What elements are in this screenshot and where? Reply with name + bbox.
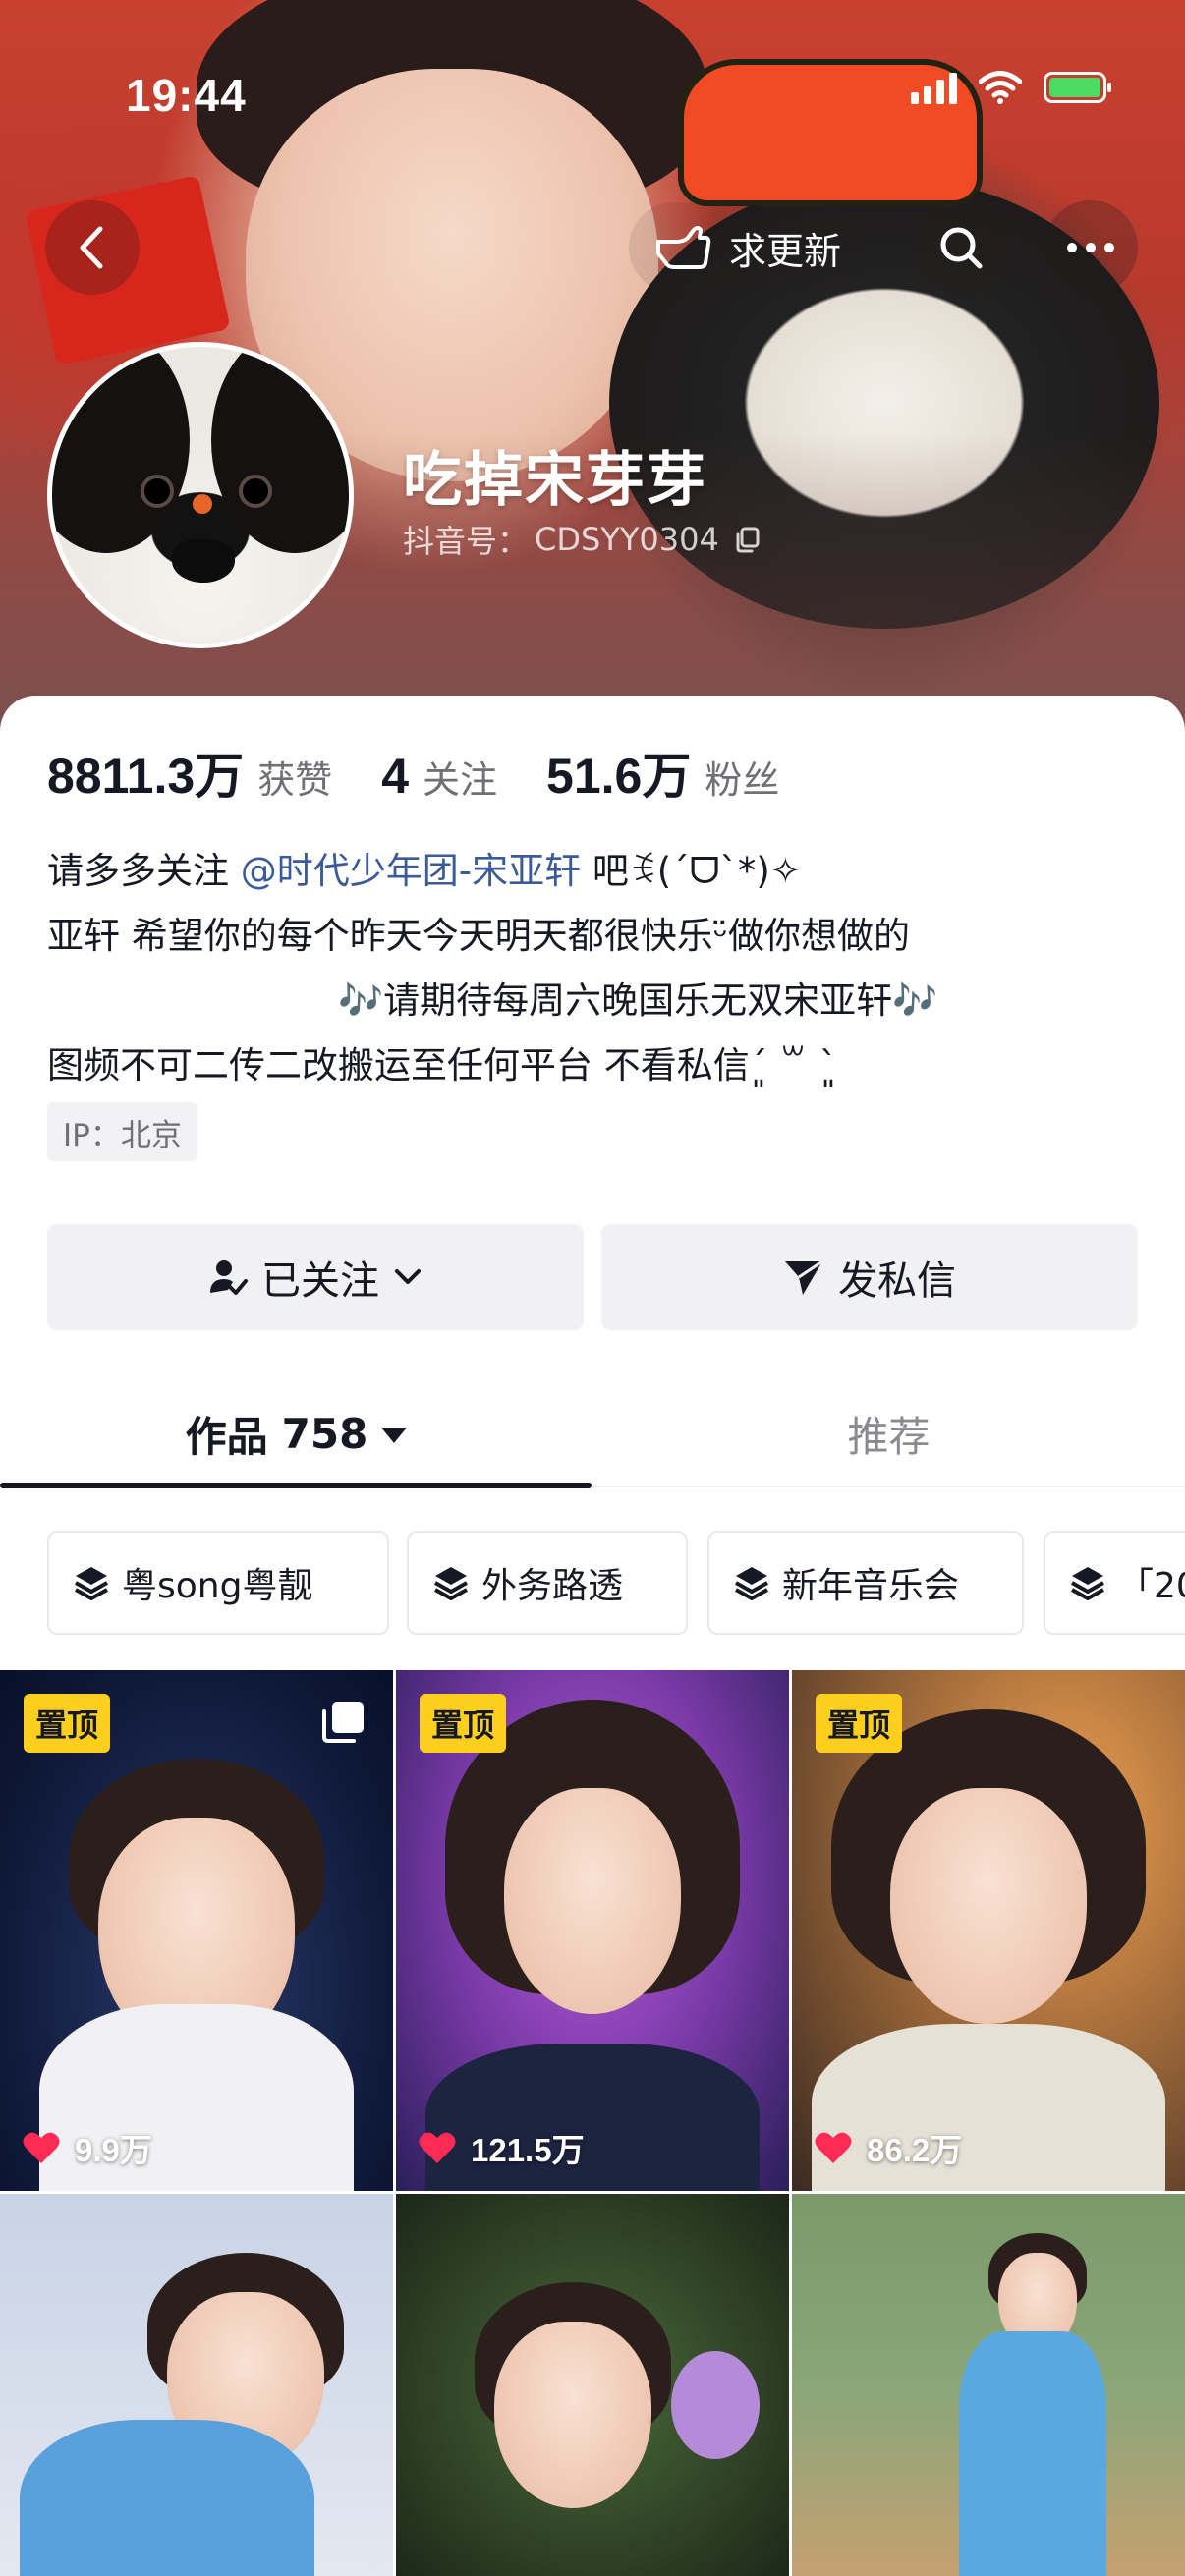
layers-icon bbox=[75, 1567, 108, 1600]
collection-label: 外务路透 bbox=[481, 1566, 624, 1606]
profile-nickname: 吃掉宋芽芽 bbox=[403, 446, 707, 515]
bio-line: 🎶请期待每周六晚国乐无双宋亚轩🎶 bbox=[338, 980, 938, 1022]
pinned-badge: 置顶 bbox=[24, 1694, 111, 1753]
multi-image-icon bbox=[322, 1702, 364, 1743]
video-likes: 86.2万 bbox=[814, 2124, 962, 2171]
video-thumbnail[interactable]: 置顶 121.5万 bbox=[396, 1670, 789, 2191]
collection-label: 粤song粤靓 bbox=[122, 1566, 313, 1606]
video-thumbnail[interactable] bbox=[396, 2194, 789, 2576]
video-grid: 置顶 9.9万 置顶 121.5万 置顶 86.2万 bbox=[0, 1670, 1185, 2576]
more-options-button[interactable] bbox=[1044, 200, 1138, 295]
ip-location-tag: IP：北京 bbox=[47, 1102, 198, 1161]
collection-chip[interactable]: 「20 bbox=[1044, 1531, 1185, 1635]
douyin-id-label: 抖音号： bbox=[403, 523, 530, 560]
chevron-down-icon bbox=[395, 1269, 421, 1284]
collection-chip[interactable]: 新年音乐会 bbox=[707, 1531, 1024, 1635]
fans-count[interactable]: 51.6万 bbox=[546, 737, 691, 808]
more-dots-icon bbox=[1067, 243, 1114, 252]
following-count[interactable]: 4 bbox=[381, 748, 409, 805]
video-thumbnail[interactable]: 置顶 9.9万 bbox=[0, 1670, 393, 2191]
user-check-icon bbox=[210, 1260, 248, 1295]
back-button[interactable] bbox=[45, 200, 140, 295]
pointing-hand-icon bbox=[656, 226, 711, 269]
request-update-button[interactable]: 求更新 bbox=[629, 202, 868, 293]
bio-line: 亚轩 希望你的每个昨天今天明天都很快乐ᵕ̈做你想做的 bbox=[47, 915, 911, 957]
douyin-id[interactable]: 抖音号： CDSYY0304 bbox=[403, 517, 762, 562]
followed-label: 已关注 bbox=[261, 1259, 379, 1304]
layers-icon bbox=[434, 1567, 468, 1600]
search-icon bbox=[940, 227, 983, 269]
tab-recommend-label: 推荐 bbox=[847, 1412, 931, 1461]
collections-row: 粤song粤靓 外务路透 新年音乐会 「20 bbox=[47, 1531, 1185, 1639]
pinned-badge: 置顶 bbox=[816, 1694, 903, 1753]
video-likes: 9.9万 bbox=[22, 2124, 152, 2171]
send-message-label: 发私信 bbox=[838, 1259, 956, 1304]
avatar[interactable] bbox=[47, 342, 354, 648]
chevron-left-icon bbox=[80, 226, 103, 269]
video-thumbnail[interactable]: 置顶 86.2万 bbox=[792, 1670, 1185, 2191]
layers-icon bbox=[1071, 1567, 1104, 1600]
likes-count[interactable]: 8811.3万 bbox=[47, 737, 244, 808]
fans-label[interactable]: 粉丝 bbox=[705, 750, 779, 804]
tab-works[interactable]: 作品 758 bbox=[0, 1379, 592, 1487]
bio-line: 请多多关注 @时代少年团-宋亚轩 吧ꉂ(ˊᗜˋ*)✧ bbox=[47, 839, 1138, 904]
status-bar-time: 19:44 bbox=[126, 70, 247, 121]
profile-bio: 请多多关注 @时代少年团-宋亚轩 吧ꉂ(ˊᗜˋ*)✧ 亚轩 希望你的每个昨天今天… bbox=[47, 839, 1138, 1098]
battery-icon bbox=[1044, 72, 1111, 103]
search-button[interactable] bbox=[914, 200, 1008, 295]
video-thumbnail[interactable] bbox=[792, 2194, 1185, 2576]
status-bar-icons bbox=[911, 71, 1111, 104]
likes-label[interactable]: 获赞 bbox=[257, 750, 332, 804]
tab-works-label: 作品 bbox=[185, 1412, 268, 1461]
video-likes-count: 86.2万 bbox=[867, 2132, 963, 2168]
collection-chip[interactable]: 外务路透 bbox=[407, 1531, 688, 1635]
send-icon bbox=[785, 1260, 823, 1295]
tab-recommend[interactable]: 推荐 bbox=[592, 1379, 1185, 1487]
heart-icon bbox=[23, 2132, 60, 2163]
video-likes-count: 121.5万 bbox=[471, 2132, 585, 2168]
pinned-badge: 置顶 bbox=[420, 1694, 507, 1753]
heart-icon bbox=[419, 2132, 456, 2163]
bio-line: 图频不可二传二改搬运至任何平台 不看私信ˊ͈ ꒳ ˋ͈ bbox=[47, 1044, 838, 1087]
collection-chip[interactable]: 粤song粤靓 bbox=[47, 1531, 389, 1635]
collection-label: 新年音乐会 bbox=[782, 1566, 960, 1606]
request-update-label: 求更新 bbox=[729, 229, 842, 273]
cellular-signal-icon bbox=[911, 71, 957, 104]
video-likes-count: 9.9万 bbox=[75, 2132, 152, 2168]
followed-button[interactable]: 已关注 bbox=[47, 1224, 584, 1330]
profile-stats: 8811.3万 获赞 4 关注 51.6万 粉丝 bbox=[47, 737, 828, 808]
active-tab-indicator bbox=[0, 1483, 592, 1488]
tab-works-count: 758 bbox=[281, 1409, 368, 1458]
video-thumbnail[interactable] bbox=[0, 2194, 393, 2576]
send-message-button[interactable]: 发私信 bbox=[601, 1224, 1138, 1330]
bio-text: 吧ꉂ(ˊᗜˋ*)✧ bbox=[581, 850, 801, 892]
video-likes: 121.5万 bbox=[418, 2124, 585, 2171]
collection-label: 「20 bbox=[1118, 1566, 1185, 1606]
bio-mention-link[interactable]: @时代少年团-宋亚轩 bbox=[241, 850, 581, 892]
caret-down-icon bbox=[381, 1428, 408, 1443]
copy-icon[interactable] bbox=[733, 525, 762, 554]
douyin-id-value: CDSYY0304 bbox=[535, 521, 719, 558]
wifi-icon bbox=[979, 71, 1022, 104]
layers-icon bbox=[735, 1567, 768, 1600]
profile-info-card: 8811.3万 获赞 4 关注 51.6万 粉丝 请多多关注 @时代少年团-宋亚… bbox=[0, 696, 1185, 2576]
content-tabs: 作品 758 推荐 bbox=[0, 1379, 1185, 1488]
following-label[interactable]: 关注 bbox=[423, 750, 497, 804]
bio-text: 请多多关注 bbox=[47, 850, 241, 892]
heart-icon bbox=[815, 2132, 852, 2163]
